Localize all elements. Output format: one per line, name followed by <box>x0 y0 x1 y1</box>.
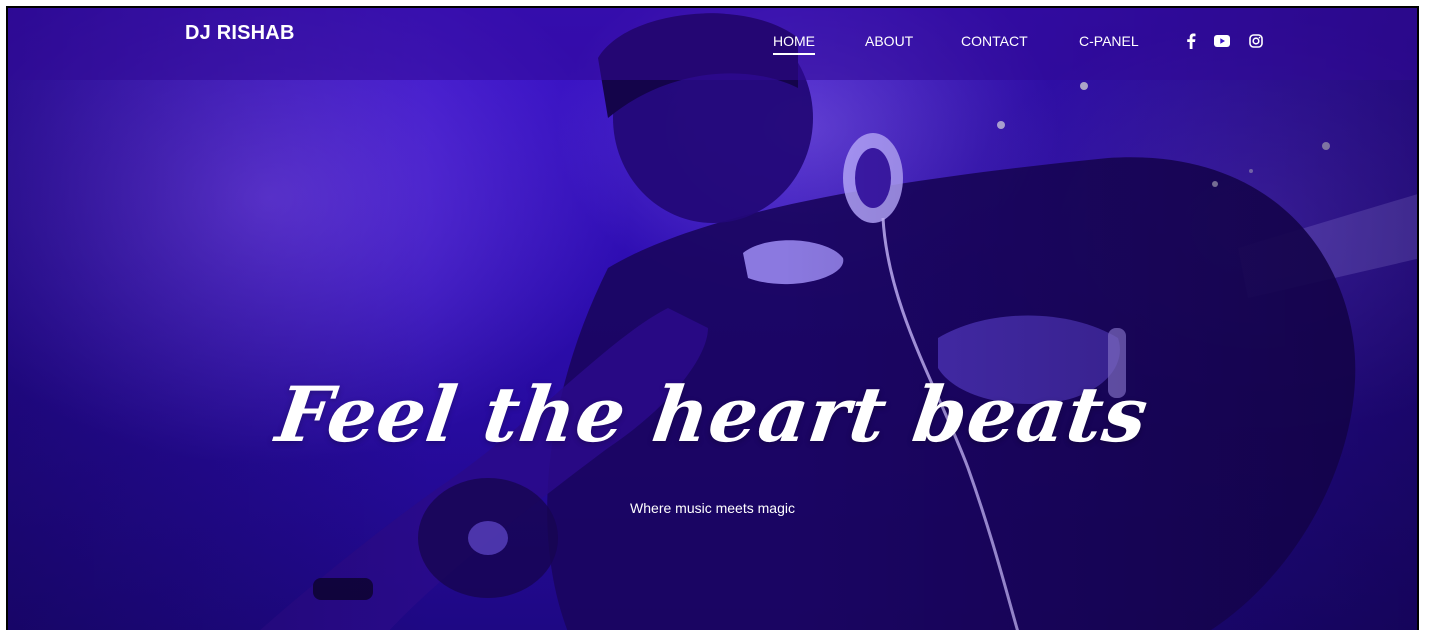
page-frame: DJ RISHAB HOME ABOUT CONTACT C-PANEL Fee… <box>6 6 1419 630</box>
top-navbar: DJ RISHAB HOME ABOUT CONTACT C-PANEL <box>8 8 1417 80</box>
nav-about[interactable]: ABOUT <box>865 33 913 49</box>
hero-subtitle: Where music meets magic <box>630 500 795 516</box>
instagram-icon[interactable] <box>1247 32 1265 50</box>
nav-cpanel[interactable]: C-PANEL <box>1079 33 1139 49</box>
nav-contact[interactable]: CONTACT <box>961 33 1028 49</box>
youtube-icon[interactable] <box>1213 32 1231 50</box>
brand-logo[interactable]: DJ RISHAB <box>185 22 295 45</box>
facebook-icon[interactable] <box>1182 32 1200 50</box>
nav-home[interactable]: HOME <box>773 33 815 55</box>
hero-vignette <box>8 8 1417 630</box>
hero-headline: Feel the heart beats <box>271 370 1154 459</box>
